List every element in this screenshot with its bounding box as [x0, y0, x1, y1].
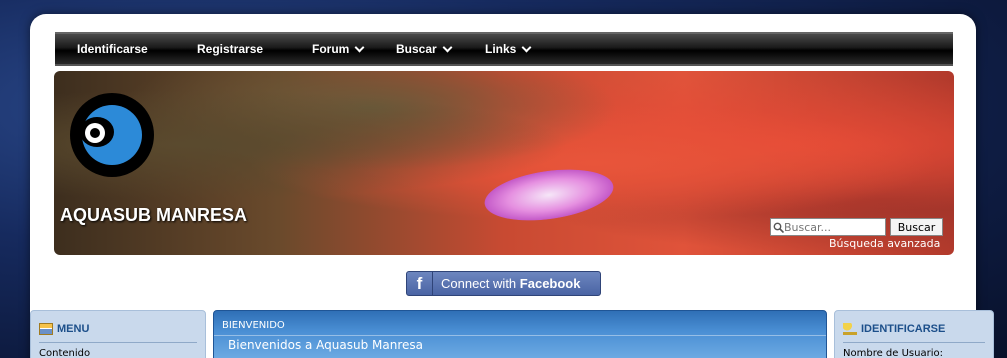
site-title[interactable]: AQUASUB MANRESA	[60, 205, 247, 226]
welcome-panel: BIENVENIDO Bienvenidos a Aquasub Manresa	[213, 310, 827, 358]
banner-photo-subject	[481, 162, 617, 228]
facebook-connect-label: Connect with Facebook	[441, 276, 580, 291]
menu-title-text: MENU	[57, 323, 90, 335]
nav-item-forum[interactable]: Forum	[312, 42, 365, 56]
menu-icon	[39, 323, 53, 335]
menu-item-contenido[interactable]: Contenido	[39, 348, 90, 358]
divider	[214, 335, 826, 336]
nav-item-identificarse[interactable]: Identificarse	[77, 42, 148, 56]
nav-item-links[interactable]: Links	[485, 42, 532, 56]
search-button[interactable]: Buscar	[890, 218, 943, 236]
key-icon	[843, 323, 857, 335]
chevron-down-icon	[354, 42, 365, 52]
menu-panel: MENU Contenido	[30, 310, 206, 358]
site-logo-icon[interactable]	[70, 93, 154, 177]
nav-item-registrarse[interactable]: Registrarse	[197, 42, 263, 56]
main-navbar: Identificarse Registrarse Forum Buscar L…	[55, 32, 953, 66]
facebook-connect-button[interactable]: f Connect with Facebook	[406, 271, 601, 296]
login-panel: IDENTIFICARSE Nombre de Usuario:	[834, 310, 994, 358]
nav-item-label: Registrarse	[197, 42, 264, 56]
advanced-search-link[interactable]: Búsqueda avanzada	[829, 237, 940, 250]
chevron-down-icon	[521, 42, 532, 52]
fb-brand-word: Facebook	[519, 276, 581, 291]
nav-item-label: Buscar	[396, 42, 437, 56]
menu-panel-title: MENU	[39, 323, 89, 335]
username-label: Nombre de Usuario:	[843, 348, 943, 358]
nav-item-label: Identificarse	[77, 42, 148, 56]
facebook-f-icon: f	[407, 272, 433, 295]
divider	[39, 342, 197, 343]
nav-item-label: Forum	[312, 42, 350, 56]
chevron-down-icon	[442, 42, 453, 52]
search-input[interactable]	[784, 220, 880, 234]
search-icon	[773, 222, 784, 233]
login-panel-title: IDENTIFICARSE	[843, 323, 945, 335]
fb-connect-word: Connect	[441, 276, 490, 291]
nav-item-label: Links	[485, 42, 517, 56]
nav-item-buscar[interactable]: Buscar	[396, 42, 453, 56]
divider	[843, 342, 985, 343]
welcome-heading: Bienvenidos a Aquasub Manresa	[228, 338, 424, 352]
fb-with-word: with	[493, 276, 517, 291]
login-title-text: IDENTIFICARSE	[861, 323, 946, 335]
header-banner: AQUASUB MANRESA Buscar Búsqueda avanzada	[54, 71, 954, 255]
search-field[interactable]	[770, 218, 886, 236]
welcome-panel-label: BIENVENIDO	[222, 320, 285, 331]
